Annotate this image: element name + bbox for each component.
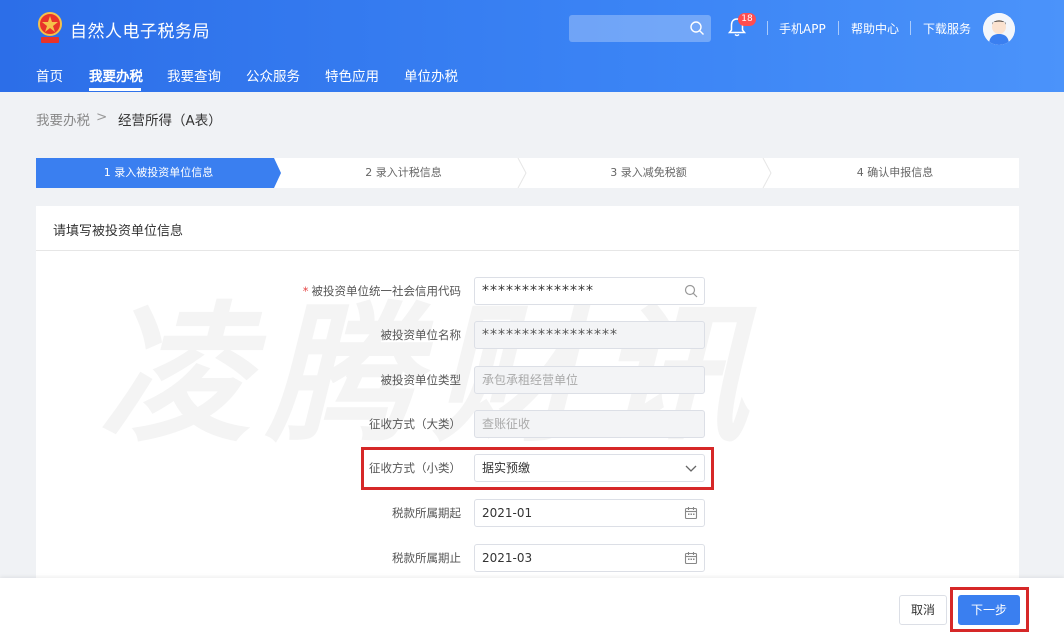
highlight-box-next-button [950,587,1029,632]
nav-tax-handling[interactable]: 我要办税 [89,65,143,85]
unit-name-input: ***************** [474,321,705,349]
download-service-link[interactable]: 下载服务 [923,20,971,37]
breadcrumb-current: 经营所得（A表） [118,113,222,129]
avatar[interactable] [983,13,1015,45]
action-footer: 取消 下一步 [0,578,1064,636]
search-input[interactable] [569,15,711,42]
nav-query[interactable]: 我要查询 [167,65,221,85]
step-2: 2 录入计税信息 [365,166,442,179]
help-center-link[interactable]: 帮助中心 [851,20,899,37]
divider [910,21,911,35]
period-start-input[interactable]: 2021-01 [474,499,705,527]
form-panel: 请填写被投资单位信息 凌腾财讯 *被投资单位统一社会信用代码 *********… [36,206,1019,578]
user-avatar-icon [983,13,1015,45]
nav-active-indicator [89,88,141,91]
calendar-icon[interactable] [684,551,698,565]
divider [838,21,839,35]
chevron-right-icon: > [96,109,108,125]
step-4: 4 确认申报信息 [856,166,934,179]
divider [36,250,1019,251]
calendar-icon[interactable] [684,506,698,520]
nav-home[interactable]: 首页 [36,65,63,85]
site-title: 自然人电子税务局 [70,22,210,42]
period-end-label: 税款所属期止 [392,551,461,565]
panel-title: 请填写被投资单位信息 [53,224,184,239]
mobile-app-link[interactable]: 手机APP [779,20,826,37]
search-icon[interactable] [689,20,705,36]
highlight-box-collection-minor [361,447,714,490]
collection-major-label: 征收方式（大类） [369,417,461,431]
step-divider-icon [762,158,772,188]
search-icon[interactable] [684,284,698,298]
nav-unit-tax[interactable]: 单位办税 [404,65,458,85]
notification-badge: 18 [738,13,756,26]
divider [767,21,768,35]
period-start-label: 税款所属期起 [392,506,461,520]
nav-featured-apps[interactable]: 特色应用 [325,65,379,85]
unit-name-label: 被投资单位名称 [380,328,462,342]
nav-public-service[interactable]: 公众服务 [246,65,300,85]
step-1: 1 录入被投资单位信息 [36,158,281,188]
required-mark: * [302,284,309,298]
breadcrumb-parent[interactable]: 我要办税 [36,109,90,129]
collection-major-input: 查账征收 [474,410,705,438]
credit-code-input[interactable]: ************** [474,277,705,305]
top-header: 自然人电子税务局 18 手机APP 帮助中心 下载服务 首页 我要办税 我要查询… [0,0,1064,92]
unit-type-label: 被投资单位类型 [380,373,462,387]
tax-emblem-icon [38,12,62,43]
step-3: 3 录入减免税额 [610,166,687,179]
cancel-button[interactable]: 取消 [899,595,947,625]
period-end-input[interactable]: 2021-03 [474,544,705,572]
unit-type-input: 承包承租经营单位 [474,366,705,394]
credit-code-label: * 被投资单位统一社会信用代码 [302,284,461,298]
step-divider-icon [517,158,527,188]
step-progress: 1 录入被投资单位信息 2 录入计税信息 3 录入减免税额 4 确认申报信息 [36,158,1019,188]
